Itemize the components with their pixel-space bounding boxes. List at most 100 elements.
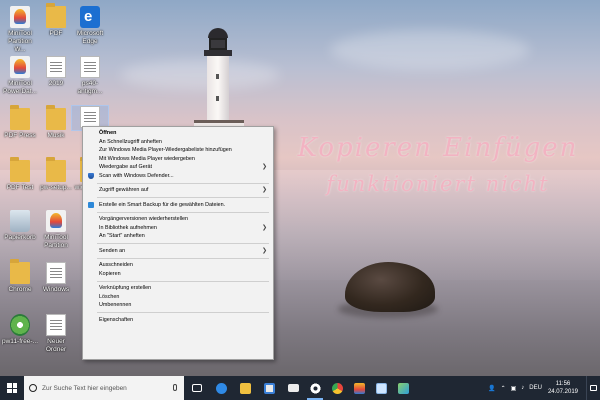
shield-icon: [88, 173, 94, 179]
menu-item-pin-start[interactable]: An "Start" anheften: [83, 232, 273, 241]
desktop-icon-papierkorb[interactable]: Papierkorb: [2, 210, 38, 242]
desktop-icon-pdf-test[interactable]: PDF Test: [2, 157, 38, 192]
desktop-background[interactable]: Kopieren Einfügen funktioniert nicht Min…: [0, 0, 600, 376]
menu-item-delete[interactable]: Löschen: [83, 293, 273, 302]
menu-item-smart-backup[interactable]: Erstelle ein Smart Backup für die gewähl…: [83, 201, 273, 210]
menu-item-send-to[interactable]: Senden an ❯: [83, 247, 273, 256]
menu-item-include-library[interactable]: In Bibliothek aufnehmen ❯: [83, 224, 273, 233]
recycle-bin-icon: [10, 210, 30, 232]
clock[interactable]: 11:56 24.07.2019: [548, 380, 578, 396]
taskbar-notepad[interactable]: [370, 376, 392, 400]
chevron-right-icon: ❯: [261, 187, 267, 193]
chevron-right-icon: ❯: [261, 247, 267, 254]
desktop-icon-edge[interactable]: e Microsoft Edge: [72, 6, 108, 46]
desktop-icon-minitool-powerdata[interactable]: MiniTool PowerDat...: [2, 56, 38, 96]
menu-item-copy[interactable]: Kopieren: [83, 270, 273, 279]
photos-icon: [397, 382, 409, 394]
taskbar-minitool[interactable]: [348, 376, 370, 400]
menu-separator: [97, 257, 269, 259]
desktop-icon-pdf-press[interactable]: PDF Press: [2, 105, 38, 140]
menu-item-label: Senden an: [99, 247, 126, 254]
document-icon: [80, 56, 100, 78]
chevron-up-icon[interactable]: ⌃: [501, 385, 506, 392]
overlay-title: Kopieren Einfügen funktioniert nicht: [283, 130, 593, 202]
menu-item-play-wmp[interactable]: Mit Windows Media Player wiedergeben: [83, 155, 273, 164]
desktop-icon-minitool-partition[interactable]: MiniTool Partition W...: [2, 6, 38, 54]
people-icon[interactable]: 👤: [488, 385, 495, 392]
taskbar-photos[interactable]: [392, 376, 414, 400]
folder-icon: [46, 105, 66, 130]
menu-item-label: Zugriff gewähren auf: [99, 187, 149, 193]
taskbar-settings[interactable]: [304, 376, 326, 400]
minitool-icon: [353, 382, 365, 394]
context-menu: Öffnen An Schnellzugriff anheften Zur Wi…: [82, 126, 274, 360]
minitool-icon: [10, 56, 30, 78]
menu-separator: [97, 211, 269, 213]
folder-icon: [10, 259, 30, 284]
start-button[interactable]: [0, 376, 24, 400]
menu-item-create-shortcut[interactable]: Verknüpfung erstellen: [83, 284, 273, 293]
task-view-button[interactable]: [186, 376, 208, 400]
minitool-icon: [10, 6, 30, 28]
lighthouse-image: [194, 28, 244, 138]
taskbar-chrome[interactable]: [326, 376, 348, 400]
file-explorer-icon: [239, 382, 251, 394]
windows-logo-icon: [7, 383, 17, 393]
menu-separator: [97, 280, 269, 282]
folder-icon: [46, 3, 66, 28]
desktop-icon-windows[interactable]: Windows: [38, 262, 74, 294]
network-icon[interactable]: ▣: [511, 385, 517, 392]
task-view-icon: [192, 384, 202, 392]
desktop-icon-musik[interactable]: Musik: [38, 105, 74, 140]
overlay-line-1: Kopieren Einfügen: [297, 133, 579, 163]
document-icon: [46, 262, 66, 284]
menu-item-add-to-wmp-playlist[interactable]: Zur Windows Media Player-Wiedergabeliste…: [83, 146, 273, 155]
menu-item-label: In Bibliothek aufnehmen: [99, 224, 157, 231]
desktop-icon-chrome[interactable]: Chrome: [2, 259, 38, 294]
document-icon: [80, 106, 100, 128]
taskbar-edge[interactable]: [210, 376, 232, 400]
desktop-icon-pw11-free[interactable]: pw11-free-...: [2, 314, 38, 346]
menu-item-scan-defender[interactable]: Scan with Windows Defender...: [83, 172, 273, 181]
edge-icon: e: [80, 6, 100, 28]
menu-item-cut[interactable]: Ausschneiden: [83, 261, 273, 270]
chevron-right-icon: ❯: [261, 164, 267, 170]
desktop-icon-neuer-ordner[interactable]: Neuer Ordner: [38, 314, 74, 354]
menu-item-pin-quick-access[interactable]: An Schnellzugriff anheften: [83, 138, 273, 147]
menu-separator: [97, 197, 269, 198]
taskbar-file-explorer[interactable]: [234, 376, 256, 400]
menu-item-open[interactable]: Öffnen: [83, 129, 273, 138]
taskbar-search-box[interactable]: Zur Suche Text hier eingeben: [24, 376, 184, 400]
backup-icon: [88, 202, 94, 208]
menu-item-restore-versions[interactable]: Vorgängerversionen wiederherstellen: [83, 215, 273, 224]
menu-item-properties[interactable]: Eigenschaften: [83, 316, 273, 325]
search-placeholder: Zur Suche Text hier eingeben: [42, 384, 127, 392]
desktop-icon-pdf[interactable]: PDF: [38, 3, 74, 38]
system-tray: 👤 ⌃ ▣ ♪ DEU 11:56 24.07.2019: [488, 376, 600, 400]
menu-item-cast-to-device[interactable]: Wiedergabe auf Gerät ❯: [83, 163, 273, 172]
clock-date: 24.07.2019: [547, 389, 578, 395]
language-indicator[interactable]: DEU: [529, 385, 542, 391]
action-center-button[interactable]: [586, 376, 600, 400]
desktop-icon-minitool-partition-2[interactable]: MiniTool Partition: [38, 210, 74, 250]
desktop-icon-2019[interactable]: 2019: [38, 56, 74, 88]
volume-icon[interactable]: ♪: [521, 385, 524, 391]
taskbar-store[interactable]: [258, 376, 280, 400]
menu-item-rename[interactable]: Umbenennen: [83, 301, 273, 310]
microphone-icon[interactable]: [173, 384, 177, 391]
menu-item-give-access[interactable]: Zugriff gewähren auf ❯: [83, 186, 273, 195]
minitool-icon: [46, 210, 66, 232]
desktop-icon-ps40[interactable]: ps40-antigm...: [72, 56, 108, 96]
menu-item-label: Scan with Windows Defender...: [99, 172, 174, 179]
taskbar-mail[interactable]: [282, 376, 304, 400]
folder-icon: [10, 105, 30, 130]
notepad-icon: [375, 382, 387, 394]
desktop-icon-pw-setup[interactable]: pw-setup...: [38, 157, 74, 192]
settings-icon: [309, 382, 321, 394]
overlay-line-2: funktioniert nicht: [326, 172, 550, 196]
cloud: [330, 30, 530, 70]
chevron-right-icon: ❯: [261, 224, 267, 231]
taskbar: Zur Suche Text hier eingeben 👤 ⌃ ▣ ♪ DEU…: [0, 376, 600, 400]
store-icon: [263, 382, 275, 394]
chrome-icon: [331, 382, 343, 394]
